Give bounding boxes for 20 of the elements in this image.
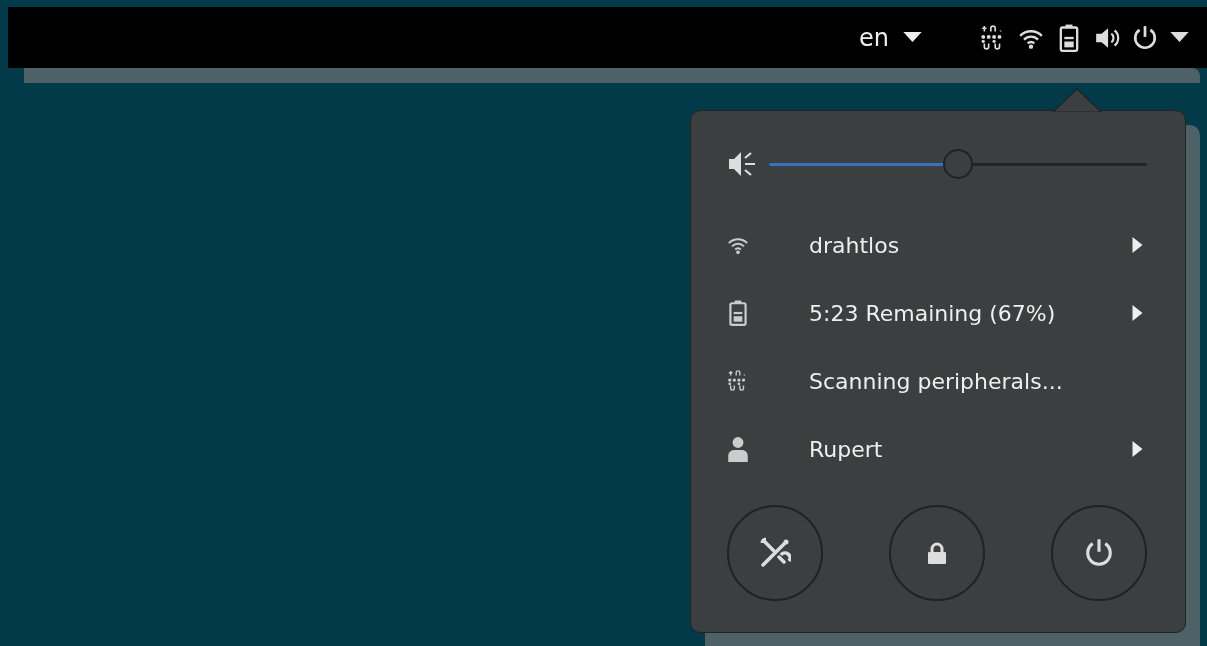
menu-item[interactable]: Scanning peripherals... [727, 347, 1147, 415]
settings-button[interactable] [727, 505, 823, 601]
user-icon [727, 436, 749, 462]
power-button[interactable] [1051, 505, 1147, 601]
power-icon [1132, 23, 1158, 52]
menu-item[interactable]: 5:23 Remaining (67%) [727, 279, 1147, 347]
power-icon [1084, 538, 1114, 568]
volume-icon [727, 149, 757, 179]
language-menu[interactable]: en [859, 23, 922, 52]
lock-button[interactable] [889, 505, 985, 601]
tools-icon [759, 537, 791, 569]
menu-item[interactable]: Rupert [727, 415, 1147, 483]
menu-item[interactable]: drahtlos [727, 211, 1147, 279]
volume-slider[interactable] [769, 148, 1147, 180]
slider-thumb[interactable] [943, 149, 973, 179]
caret-icon [903, 32, 922, 43]
battery-icon [727, 300, 749, 326]
lock-icon [927, 542, 947, 564]
system-menu-button[interactable] [980, 23, 1189, 52]
caret-icon [1170, 32, 1189, 43]
